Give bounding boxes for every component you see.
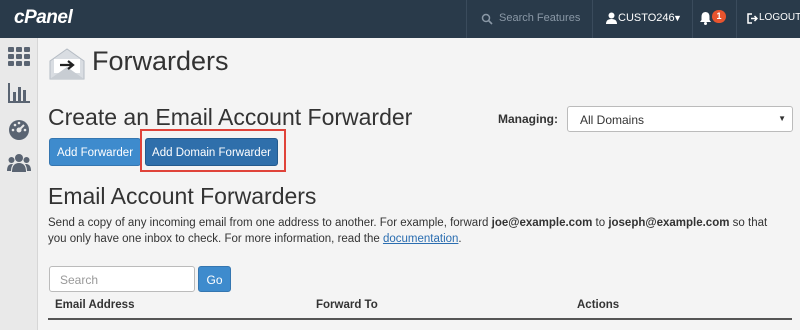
logout-button[interactable]: LOGOUT [736, 0, 800, 38]
forwarders-description: Send a copy of any incoming email from o… [48, 215, 788, 247]
managing-label: Managing: [498, 112, 558, 126]
highlight-box [140, 129, 286, 172]
column-header-actions: Actions [577, 299, 620, 311]
top-navbar: cPanel Search Features CUSTO246 ▼ 1 LOGO… [0, 0, 800, 38]
logout-icon [747, 13, 758, 24]
feature-search-placeholder: Search Features [499, 12, 581, 24]
search-placeholder: Search [60, 273, 99, 287]
bell-icon [700, 12, 711, 25]
add-forwarder-button[interactable]: Add Forwarder [49, 138, 141, 166]
desc-text: to [592, 217, 609, 229]
grid-icon[interactable] [7, 46, 31, 68]
sidebar [0, 38, 38, 330]
user-icon [606, 12, 617, 24]
email-forwarders-heading: Email Account Forwarders [48, 183, 317, 209]
username: CUSTO246 [618, 12, 675, 24]
dashboard-gauge-icon[interactable] [7, 118, 31, 140]
logout-label: LOGOUT [759, 12, 800, 23]
go-button[interactable]: Go [198, 266, 231, 292]
forwarders-table-header: Email Address Forward To Actions [48, 294, 792, 320]
column-header-email-address[interactable]: Email Address [55, 299, 134, 311]
desc-text: Send a copy of any incoming email from o… [48, 217, 492, 229]
search-icon [481, 13, 493, 25]
column-header-forward-to[interactable]: Forward To [316, 299, 378, 311]
notifications[interactable]: 1 [692, 0, 736, 38]
managing-select-value: All Domains [580, 113, 645, 127]
cpanel-logo[interactable]: cPanel [14, 7, 73, 29]
forwarders-search-input[interactable]: Search [49, 266, 195, 292]
chevron-down-icon: ▼ [673, 13, 682, 23]
page-title: Forwarders [92, 46, 229, 76]
managing-domain-select[interactable]: All Domains ▼ [567, 106, 793, 132]
notification-badge: 1 [712, 10, 726, 23]
users-icon[interactable] [7, 152, 31, 174]
chevron-down-icon: ▼ [778, 114, 786, 123]
user-menu[interactable]: CUSTO246 ▼ [592, 0, 692, 38]
create-forwarder-heading: Create an Email Account Forwarder [48, 104, 413, 130]
example-email-destination: joseph@example.com [608, 217, 730, 229]
feature-search[interactable]: Search Features [466, 0, 592, 38]
bar-chart-icon[interactable] [7, 82, 31, 104]
desc-text: . [458, 233, 462, 245]
envelope-forward-icon [49, 48, 85, 80]
example-email-source: joe@example.com [491, 217, 593, 229]
documentation-link[interactable]: documentation [383, 233, 458, 245]
